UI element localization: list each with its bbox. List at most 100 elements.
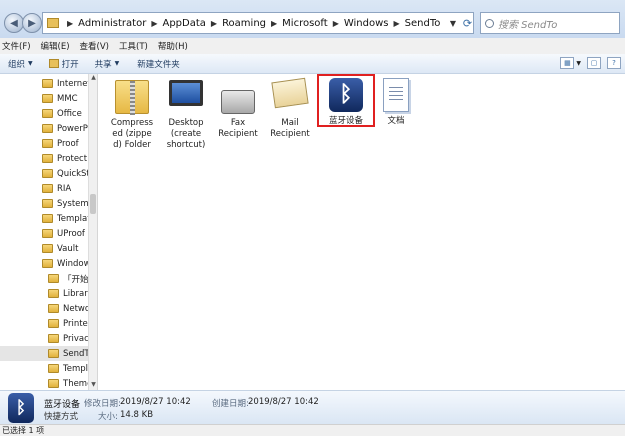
address-history-dropdown[interactable]: ▼ (446, 12, 460, 34)
view-grid-icon: ▦ (564, 59, 571, 67)
folder-icon (42, 94, 53, 103)
preview-pane-button[interactable]: ▢ (587, 57, 601, 69)
nav-tree-item[interactable]: MMC (0, 91, 88, 106)
folder-icon (48, 334, 59, 343)
file-item-compressed-folder[interactable]: Compressed (zipped) Folder (106, 80, 158, 151)
command-toolbar: 组织 ▼ 打开 共享 ▼ 新建文件夹 ▦ ▼ ▢ ? (0, 54, 625, 74)
file-label: Desktop (create shortcut) (166, 118, 206, 150)
folder-icon (48, 379, 59, 388)
nav-tree-item[interactable]: Proof (0, 136, 88, 151)
nav-tree-item[interactable]: Librarie (0, 286, 95, 301)
size-label: 大小: (98, 412, 118, 422)
nav-tree-item[interactable]: Printer (0, 316, 91, 331)
bluetooth-icon: ᛒ (8, 393, 34, 423)
folder-icon (42, 109, 53, 118)
new-folder-label: 新建文件夹 (137, 59, 180, 70)
nav-tree-item[interactable]: Templat (0, 211, 91, 226)
file-item-fax-recipient[interactable]: Fax Recipient (212, 80, 264, 140)
new-folder-button[interactable]: 新建文件夹 (137, 58, 180, 70)
chevron-right-icon[interactable]: ▶ (271, 19, 277, 28)
modified-value: 2019/8/27 10:42 (120, 397, 191, 407)
nav-tree-item[interactable]: Vault (0, 241, 88, 256)
breadcrumb-roaming[interactable]: Roaming (222, 18, 266, 29)
nav-tree-item[interactable]: QuickSty (0, 166, 95, 181)
organize-button[interactable]: 组织 ▼ (8, 58, 33, 70)
folder-icon (42, 79, 53, 88)
nav-tree-item[interactable]: PrivacI (0, 331, 91, 346)
open-button[interactable]: 打开 (48, 58, 79, 70)
share-button[interactable]: 共享 ▼ (95, 58, 120, 70)
file-item-desktop-shortcut[interactable]: Desktop (create shortcut) (160, 80, 212, 151)
file-item-mail-recipient[interactable]: Mail Recipient (264, 77, 316, 140)
back-button[interactable]: ◀ (4, 13, 24, 33)
breadcrumb-sendto[interactable]: SendTo (405, 18, 441, 29)
nav-tree-item[interactable]: SystemC (0, 196, 95, 211)
zip-folder-icon (115, 80, 149, 115)
folder-open-icon (48, 59, 59, 68)
nav-tree-label: UProof (57, 228, 85, 239)
folder-icon (48, 289, 59, 298)
folder-icon (48, 319, 59, 328)
file-item-bluetooth[interactable]: ᛒ 蓝牙设备 (320, 78, 372, 127)
search-icon (485, 18, 494, 28)
chevron-right-icon[interactable]: ▶ (211, 19, 217, 28)
nav-tree-label: Templat (57, 213, 91, 224)
nav-tree-item[interactable]: RIA (0, 181, 88, 196)
chevron-down-icon: ▼ (28, 60, 33, 67)
search-input[interactable]: 搜索 SendTo (480, 12, 620, 34)
nav-tree-label: RIA (57, 183, 72, 194)
status-bar: 已选择 1 项 (0, 424, 625, 436)
chevron-right-icon[interactable]: ▶ (393, 19, 399, 28)
help-button[interactable]: ? (607, 57, 621, 69)
scroll-thumb[interactable] (90, 194, 96, 214)
nav-tree-item[interactable]: Window (0, 256, 91, 271)
chevron-right-icon[interactable]: ▶ (151, 19, 157, 28)
chevron-right-icon[interactable]: ▶ (333, 19, 339, 28)
folder-icon (47, 18, 59, 28)
toolbar-right: ▦ ▼ ▢ ? (554, 57, 621, 69)
menu-edit[interactable]: 编辑(E) (41, 40, 70, 52)
folder-icon (48, 364, 59, 373)
nav-tree-label: Proof (57, 138, 79, 149)
breadcrumb-administrator[interactable]: Administrator (78, 18, 146, 29)
menu-view[interactable]: 查看(V) (80, 40, 109, 52)
menu-tools[interactable]: 工具(T) (119, 40, 148, 52)
nav-tree-item[interactable]: Office (0, 106, 88, 121)
menu-help[interactable]: 帮助(H) (158, 40, 188, 52)
created-label: 创建日期: (212, 399, 249, 409)
breadcrumb-microsoft[interactable]: Microsoft (282, 18, 328, 29)
breadcrumb-windows[interactable]: Windows (344, 18, 389, 29)
nav-tree-item[interactable]: Theme (0, 376, 92, 390)
file-item-document[interactable]: 文档 (370, 78, 422, 127)
fax-icon (221, 90, 255, 114)
nav-scrollbar[interactable]: ▲ ▼ (88, 74, 97, 390)
address-bar-row: ◀ ▶ ▶ Administrator ▶ AppData ▶ Roaming … (0, 0, 625, 38)
nav-tree-item[interactable]: Netwo (0, 301, 91, 316)
nav-tree-item[interactable]: Internet (0, 76, 91, 91)
file-list: Compressed (zipped) Folder Desktop (crea… (98, 74, 625, 390)
file-label: 文档 (387, 116, 405, 126)
refresh-button[interactable]: ⟳ (461, 12, 474, 34)
nav-tree-item[interactable]: PowerPo (0, 121, 93, 136)
nav-tree-item[interactable]: UProof (0, 226, 88, 241)
folder-icon (42, 169, 53, 178)
forward-button[interactable]: ▶ (22, 13, 42, 33)
nav-tree-item[interactable]: SendTo (0, 346, 93, 361)
menu-file[interactable]: 文件(F) (2, 40, 31, 52)
nav-tree-item[interactable]: 「开始」 (0, 271, 97, 286)
menu-bar: 文件(F) 编辑(E) 查看(V) 工具(T) 帮助(H) (0, 38, 625, 54)
nav-tree-item[interactable]: Templ (0, 361, 88, 376)
chevron-down-icon: ▼ (449, 18, 457, 28)
nav-tree-label: MMC (57, 93, 78, 104)
view-options-button[interactable]: ▦ (560, 57, 575, 69)
breadcrumb-appdata[interactable]: AppData (162, 18, 205, 29)
navigation-pane: Internet MMC Office PowerPo Proof Protect Quic… (0, 74, 97, 390)
address-input[interactable]: ▶ Administrator ▶ AppData ▶ Roaming ▶ Mi… (42, 12, 474, 34)
nav-tree-item[interactable]: Protect (0, 151, 88, 166)
nav-tree-label: Netwo (63, 303, 91, 314)
nav-tree-label: Office (57, 108, 82, 119)
nav-tree-label: Internet (57, 78, 91, 89)
chevron-down-icon[interactable]: ▼ (576, 60, 581, 67)
nav-tree-label: Protect (57, 153, 88, 164)
file-label: Mail Recipient (270, 118, 310, 139)
